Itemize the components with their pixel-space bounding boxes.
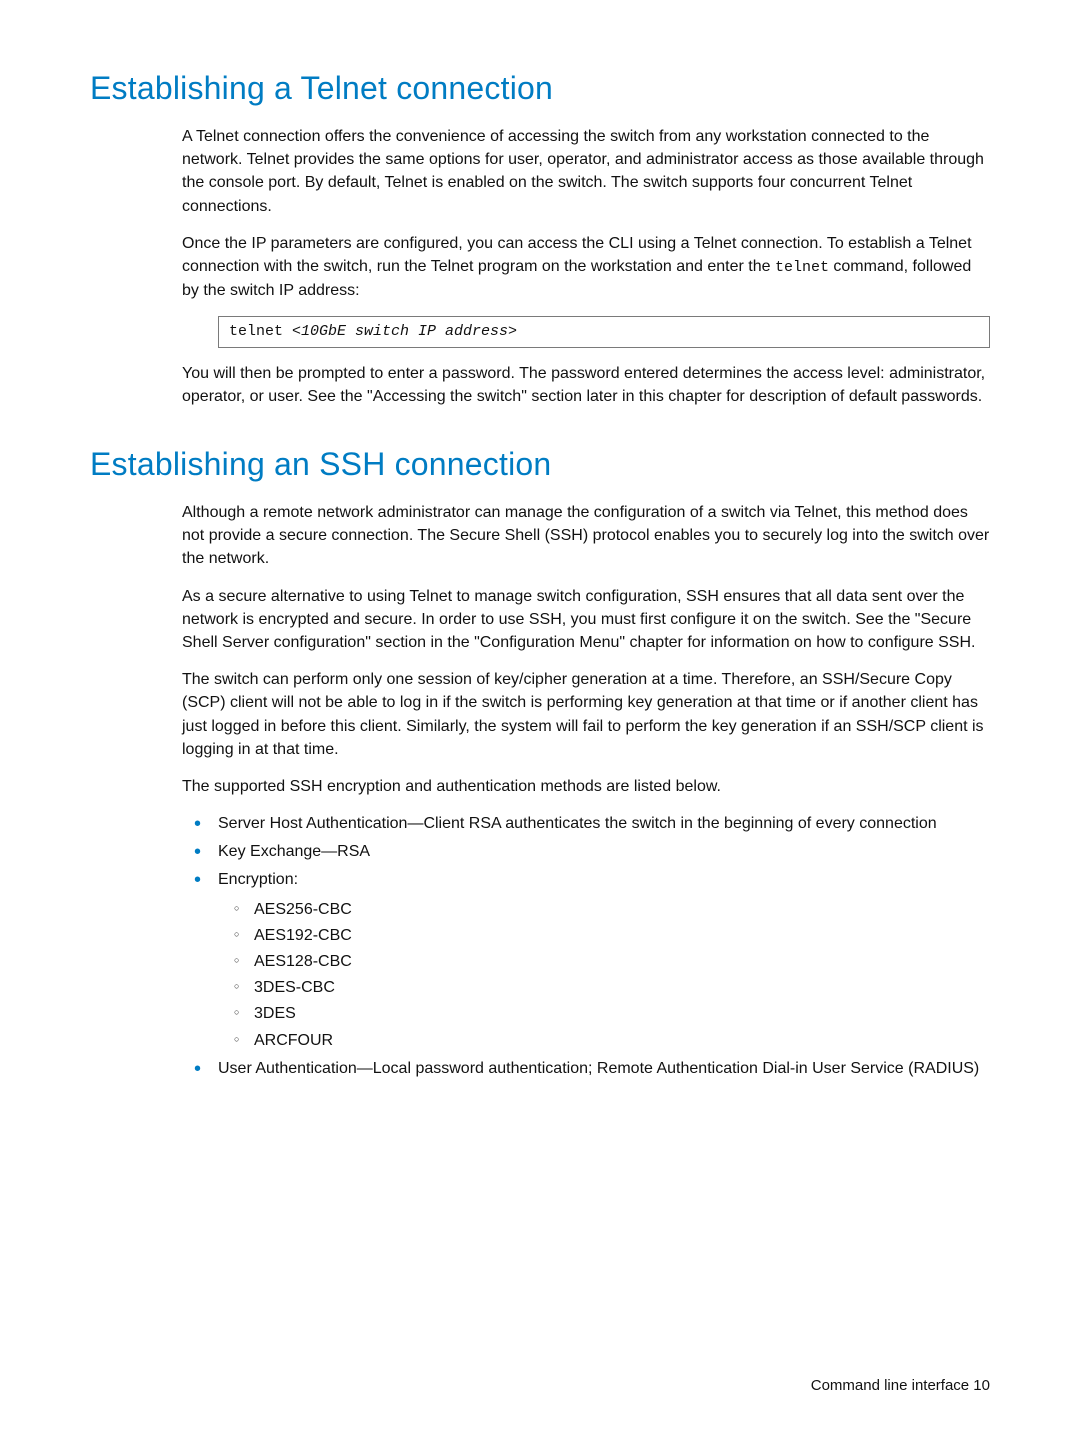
telnet-cmd-prefix: telnet (229, 323, 292, 340)
page-footer: Command line interface 10 (811, 1377, 990, 1394)
list-item: Server Host Authentication—Client RSA au… (182, 812, 990, 835)
list-item: 3DES-CBC (218, 976, 990, 999)
ssh-paragraph-3: The switch can perform only one session … (182, 668, 990, 761)
list-item: ARCFOUR (218, 1029, 990, 1052)
list-item-label: Encryption: (218, 871, 298, 888)
telnet-inline-code: telnet (775, 259, 829, 276)
encryption-sublist: AES256-CBC AES192-CBC AES128-CBC 3DES-CB… (218, 898, 990, 1052)
telnet-cmd-arg: <10GbE switch IP address> (292, 323, 517, 340)
section-body-telnet: A Telnet connection offers the convenien… (182, 125, 990, 408)
section-body-ssh: Although a remote network administrator … (182, 501, 990, 1080)
list-item: Key Exchange—RSA (182, 840, 990, 863)
list-item: AES192-CBC (218, 924, 990, 947)
list-item: User Authentication—Local password authe… (182, 1057, 990, 1080)
list-item: 3DES (218, 1002, 990, 1025)
list-item: AES128-CBC (218, 950, 990, 973)
section-title-ssh: Establishing an SSH connection (90, 446, 990, 483)
ssh-bullet-list: Server Host Authentication—Client RSA au… (182, 812, 990, 1080)
list-item: AES256-CBC (218, 898, 990, 921)
ssh-paragraph-4: The supported SSH encryption and authent… (182, 775, 990, 798)
list-item-encryption: Encryption: AES256-CBC AES192-CBC AES128… (182, 868, 990, 1051)
telnet-command-box: telnet <10GbE switch IP address> (218, 316, 990, 348)
section-title-telnet: Establishing a Telnet connection (90, 70, 990, 107)
telnet-paragraph-1: A Telnet connection offers the convenien… (182, 125, 990, 218)
telnet-paragraph-3: You will then be prompted to enter a pas… (182, 362, 990, 408)
telnet-paragraph-2: Once the IP parameters are configured, y… (182, 232, 990, 302)
ssh-paragraph-1: Although a remote network administrator … (182, 501, 990, 571)
page-root: Establishing a Telnet connection A Telne… (0, 0, 1080, 1440)
ssh-paragraph-2: As a secure alternative to using Telnet … (182, 585, 990, 655)
